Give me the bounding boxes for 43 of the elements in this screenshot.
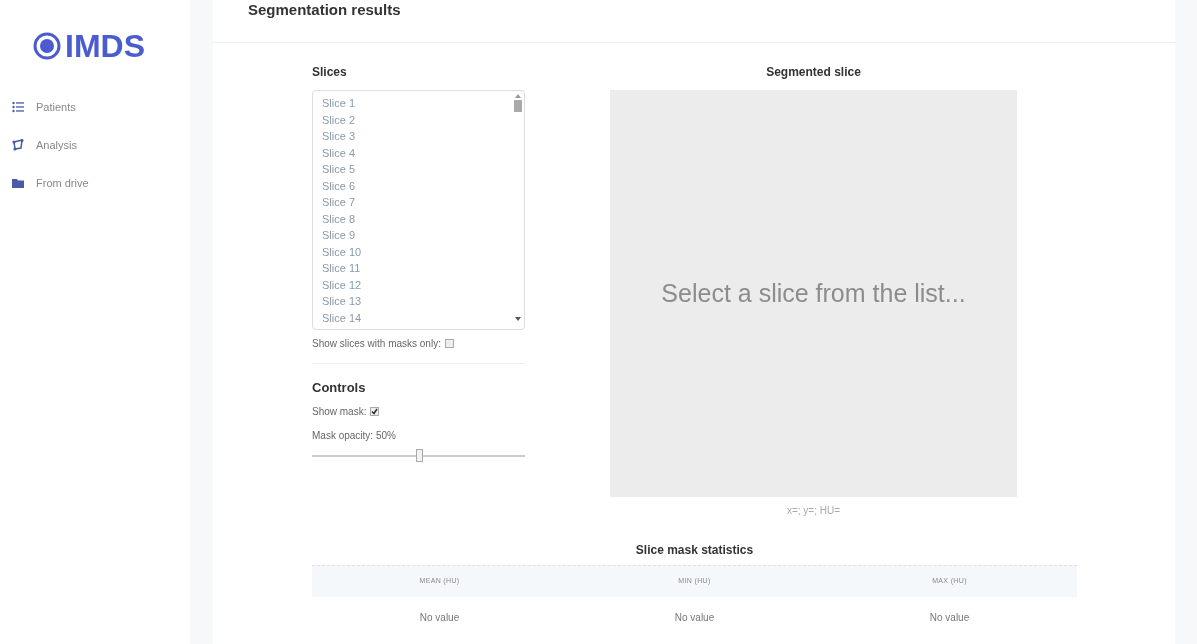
list-icon (12, 101, 24, 113)
logo-icon (33, 32, 61, 60)
logo-text: IMDS (65, 30, 145, 62)
scroll-thumb[interactable] (514, 100, 522, 112)
slice-option[interactable]: Slice 7 (322, 194, 512, 211)
slice-option[interactable]: Slice 14 (322, 309, 512, 326)
slice-option[interactable]: Slice 3 (322, 128, 512, 145)
stats-heading: Slice mask statistics (635, 542, 754, 559)
slice-option[interactable]: Slice 4 (322, 144, 512, 161)
slice-option[interactable]: Slice 12 (322, 276, 512, 293)
controls-heading: Controls (312, 379, 367, 397)
masks-only-label: Show slices with masks only: (312, 336, 441, 351)
section-title: Segmentation results (248, 2, 401, 17)
slice-option[interactable]: Slice 8 (322, 210, 512, 227)
viewer-message: Select a slice from the list... (661, 277, 966, 309)
slice-listbox[interactable]: Slice 1 Slice 2 Slice 3 Slice 4 Slice 5 Slice 6 Slice 7 Slice 8 Slice 9 Slice 10 Slice 11 Slice 12 Slice 13 Slice 14 (312, 90, 525, 330)
opacity-label: Mask opacity: 50% (312, 428, 397, 443)
table-cell-text: No value (673, 610, 716, 625)
checkbox[interactable] (370, 407, 380, 416)
sidebar-item[interactable]: From drive (12, 164, 190, 202)
slice-option[interactable]: Slice 10 (322, 243, 512, 260)
slice-option[interactable]: Slice 5 (322, 161, 512, 178)
slice-option[interactable]: Slice 11 (322, 260, 512, 277)
scroll-up-icon[interactable] (515, 94, 521, 98)
opacity-slider[interactable] (312, 448, 525, 463)
nodes-icon (12, 139, 24, 151)
slice-option[interactable]: Slice 6 (322, 177, 512, 194)
cursor-readout: x=; y=; HU= (786, 504, 841, 518)
slice-option[interactable]: Slice 1 (322, 95, 512, 112)
sidebar-item[interactable]: Patients (12, 88, 190, 126)
slice-option[interactable]: Slice 13 (322, 293, 512, 310)
table-cell-text: No value (418, 610, 461, 625)
table-cell-text: No value (928, 610, 971, 625)
scroll-down-icon[interactable] (515, 317, 521, 321)
slider-thumb[interactable] (415, 449, 423, 462)
folder-icon (12, 177, 24, 189)
viewer-heading: Segmented slice (766, 64, 861, 81)
show-mask-label: Show mask: (312, 405, 367, 419)
slice-option[interactable]: Slice 9 (322, 227, 512, 244)
checkbox[interactable] (444, 338, 454, 348)
slice-option[interactable]: Slice 2 (322, 111, 512, 128)
slices-heading: Slices (312, 64, 348, 81)
sidebar-item[interactable]: Analysis (12, 126, 190, 164)
